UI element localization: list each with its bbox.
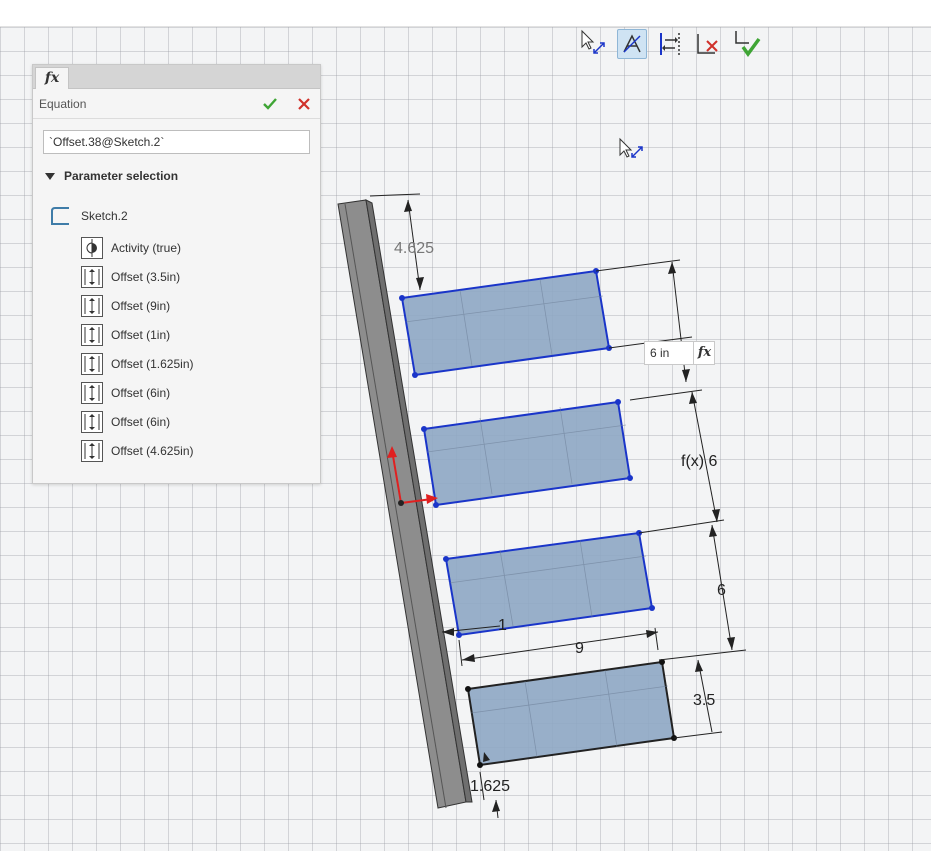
parameter-label: Offset (1in) [111,328,171,342]
parameter-row-offset[interactable]: Offset (4.625in) [81,440,194,462]
select-tool-button[interactable] [579,29,609,59]
parameter-row-offset[interactable]: Offset (6in) [81,382,170,404]
dimension-value-input[interactable] [645,342,693,364]
exit-sketch-button[interactable] [731,29,761,59]
cancel-x-icon[interactable] [295,95,313,113]
sketch-rectangle-1[interactable] [400,269,611,377]
ok-check-icon[interactable] [261,95,279,113]
filter-tool-button[interactable] [617,29,647,59]
parameter-selection-toggle[interactable]: Parameter selection [45,168,178,184]
dim-1[interactable]: 1 [498,617,507,634]
select-cursor-icon [581,29,605,54]
parameter-label: Activity (true) [111,241,182,255]
parameter-row-offset[interactable]: Offset (1in) [81,324,170,346]
top-bar [0,0,931,27]
parameter-row-activity[interactable]: Activity (true) [81,237,181,259]
offset-direction-button[interactable] [655,29,685,59]
dim-f6[interactable]: f(x) 6 [681,453,718,470]
cancel-sketch-button[interactable] [693,29,723,59]
equation-title: Equation [39,97,87,111]
offset-icon [81,324,103,346]
cancel-sketch-icon [697,34,718,54]
parameter-label: Offset (3.5in) [111,270,181,284]
offset-icon [81,266,103,288]
parameter-row-offset[interactable]: Offset (6in) [81,411,170,433]
sketch-rectangle-2[interactable] [422,400,632,507]
offset-icon [81,382,103,404]
equation-tab-bar: fx [33,65,320,89]
offset-icon [81,353,103,375]
parameter-row-offset[interactable]: Offset (1.625in) [81,353,194,375]
collapse-triangle-icon [45,172,55,180]
offset-direction-icon [660,33,680,55]
parameter-label: Offset (1.625in) [111,357,194,371]
fx-tab[interactable]: fx [35,67,69,89]
parameter-label: Offset (9in) [111,299,171,313]
sketch-tree-item[interactable]: Sketch.2 [49,204,128,228]
offset-icon [81,411,103,433]
dim-3-5[interactable]: 3.5 [693,692,715,709]
sketch-rectangle-3[interactable] [444,531,654,637]
sketch-rectangle-4[interactable] [466,660,676,767]
dimension-value-editor[interactable]: fx [644,341,715,365]
parameter-row-offset[interactable]: Offset (9in) [81,295,170,317]
parameter-label: Offset (6in) [111,386,171,400]
offset-icon [81,440,103,462]
parameter-row-offset[interactable]: Offset (3.5in) [81,266,180,288]
parameter-label: Offset (6in) [111,415,171,429]
sketch-icon [51,207,69,225]
sketch-name: Sketch.2 [81,209,128,223]
equation-panel: fx Equation Parameter selection Sketch.2… [32,64,321,484]
dim-1-625[interactable]: 1.625 [470,778,510,795]
dim-9[interactable]: 9 [575,640,584,657]
parameter-label: Offset (4.625in) [111,444,194,458]
offset-icon [81,295,103,317]
equation-header: Equation [33,89,320,119]
dim-6[interactable]: 6 [717,582,726,599]
equation-expression-input[interactable] [43,130,310,154]
dim-4-625[interactable]: 4.625 [394,240,434,257]
formula-button[interactable]: fx [693,342,715,364]
parameter-selection-label: Parameter selection [64,169,179,183]
snap-filter-icon [623,34,641,53]
mouse-cursor-icon [619,137,643,158]
exit-sketch-icon [735,31,761,57]
activity-icon [81,237,103,259]
